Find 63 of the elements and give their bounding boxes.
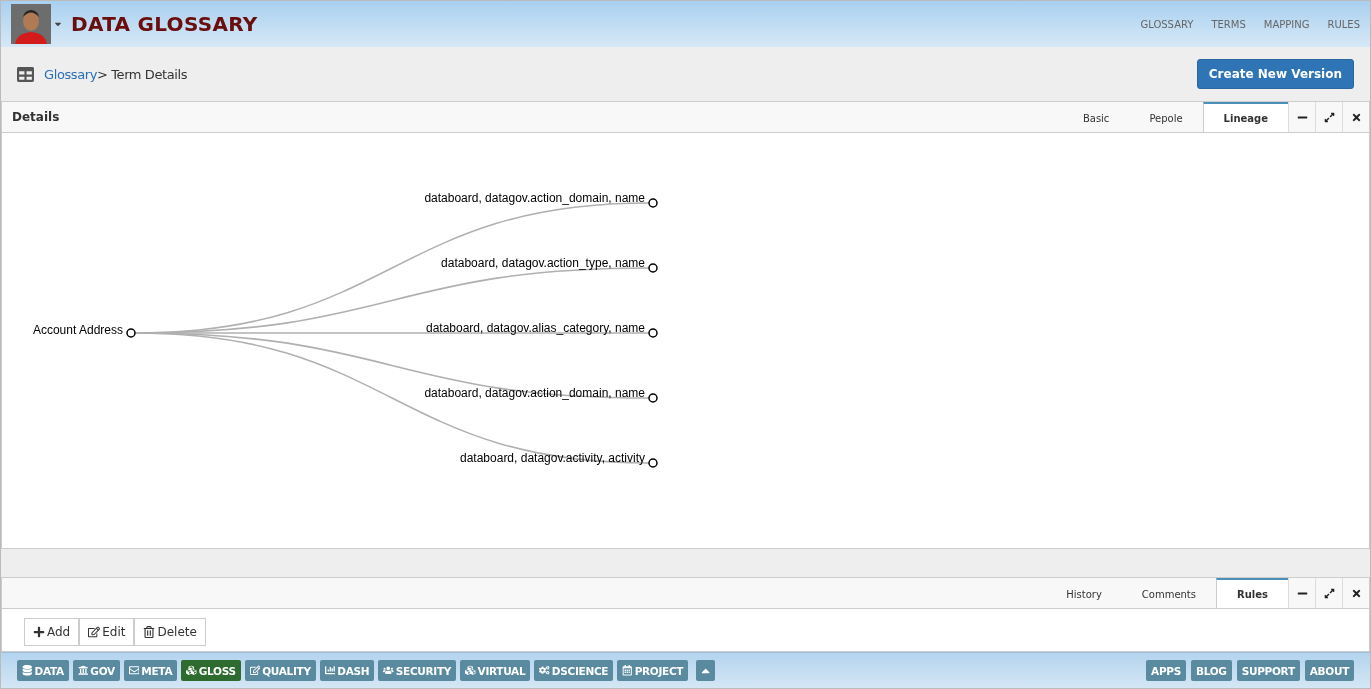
calendar-icon: [622, 665, 633, 676]
breadcrumb-link[interactable]: Glossary: [44, 66, 97, 82]
expand-icon: [1323, 111, 1335, 123]
bar-chart-icon: [324, 665, 336, 676]
node-circle[interactable]: [648, 458, 658, 468]
gears-icon: [539, 665, 550, 676]
footer-link[interactable]: SUPPORT: [1236, 660, 1300, 681]
footer-link[interactable]: BLOG: [1191, 660, 1232, 681]
expand-up-button[interactable]: [696, 660, 716, 681]
database-icon: [22, 665, 33, 676]
node-circle[interactable]: [648, 263, 658, 273]
close-icon: [1350, 587, 1362, 599]
module-button[interactable]: META: [123, 660, 178, 681]
panel-tab[interactable]: Rules: [1216, 578, 1288, 608]
footer-link[interactable]: ABOUT: [1304, 660, 1354, 681]
panel-tab[interactable]: Comments: [1121, 578, 1216, 608]
nav-link[interactable]: GLOSSARY: [1140, 18, 1194, 30]
close-icon: [1350, 111, 1362, 123]
module-button[interactable]: GLOSS: [181, 660, 241, 681]
trash-icon: [143, 626, 156, 638]
node-circle[interactable]: [648, 393, 658, 403]
envelope-icon: [128, 665, 140, 676]
bank-icon: [77, 665, 89, 676]
node-circle[interactable]: [648, 328, 658, 338]
expand-icon: [1323, 587, 1335, 599]
users-icon: [383, 665, 394, 676]
plus-icon: [33, 626, 45, 638]
module-button[interactable]: GOV: [72, 660, 120, 681]
nav-link[interactable]: TERMS: [1211, 18, 1246, 30]
node-circle[interactable]: [126, 328, 136, 338]
toolbar-button[interactable]: Add: [24, 618, 80, 646]
nav-link[interactable]: MAPPING: [1263, 18, 1310, 30]
node-label: databoard, datagov.action_domain, name: [424, 386, 645, 400]
module-button[interactable]: DATA: [17, 660, 69, 681]
panel-title: Details: [11, 110, 60, 124]
cubes-icon: [186, 665, 197, 676]
footer-link[interactable]: APPS: [1146, 660, 1186, 681]
panel-tab[interactable]: Pepole: [1129, 102, 1203, 132]
edit-icon: [88, 626, 101, 638]
node-circle[interactable]: [648, 198, 658, 208]
module-button[interactable]: DASH: [319, 660, 375, 681]
create-version-button[interactable]: Create New Version: [1196, 59, 1354, 89]
node-label: databoard, datagov.action_type, name: [441, 256, 645, 270]
toolbar-button[interactable]: Edit: [79, 618, 135, 646]
toolbar-button[interactable]: Delete: [134, 618, 206, 646]
table-icon: [17, 65, 34, 83]
node-label: databoard, datagov.action_domain, name: [424, 191, 645, 205]
node-label: databoard, datagov.activity, activity: [460, 451, 645, 465]
app-title: DATA GLOSSARY: [71, 12, 258, 36]
node-label: databoard, datagov.alias_category, name: [425, 321, 645, 335]
module-button[interactable]: VIRTUAL: [460, 660, 531, 681]
module-button[interactable]: DSCIENCE: [534, 660, 614, 681]
breadcrumb: Glossary> Term Details: [44, 66, 188, 82]
module-button[interactable]: SECURITY: [378, 660, 457, 681]
panel-tab[interactable]: Basic: [1062, 102, 1130, 132]
module-button[interactable]: QUALITY: [244, 660, 316, 681]
nav-link[interactable]: RULES: [1327, 18, 1360, 30]
edit-icon: [249, 665, 261, 676]
cubes-icon: [465, 665, 476, 676]
panel-tab[interactable]: History: [1046, 578, 1122, 608]
module-button[interactable]: PROJECT: [617, 660, 689, 681]
panel-tab[interactable]: Lineage: [1202, 102, 1288, 132]
node-label: Account Address: [32, 323, 123, 337]
